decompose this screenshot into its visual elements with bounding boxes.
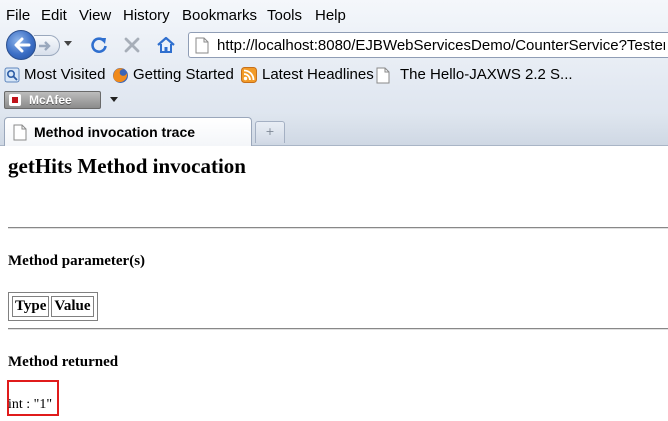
reload-icon[interactable] <box>89 35 109 55</box>
table-header-row: Type Value <box>12 296 94 317</box>
mcafee-button[interactable]: McAfee <box>4 91 101 109</box>
tab-strip: Method invocation trace + <box>0 113 668 146</box>
bookmark-label: Getting Started <box>133 66 234 83</box>
page-icon <box>195 37 209 54</box>
menu-history[interactable]: History <box>123 7 170 24</box>
menu-bar: File Edit View History Bookmarks Tools H… <box>0 5 668 25</box>
back-button[interactable] <box>6 30 36 60</box>
menu-bookmarks[interactable]: Bookmarks <box>182 7 257 24</box>
address-bar[interactable] <box>188 32 668 58</box>
bookmarks-toolbar: Most Visited Getting Started Latest Head… <box>0 63 668 87</box>
bookmark-label: The Hello-JAXWS 2.2 S... <box>400 66 573 83</box>
returned-heading: Method returned <box>8 354 119 370</box>
navigation-toolbar <box>0 28 668 62</box>
stop-icon[interactable] <box>122 35 142 55</box>
home-icon[interactable] <box>156 35 176 55</box>
most-visited-icon <box>4 67 20 83</box>
forward-button[interactable] <box>34 35 60 56</box>
page-icon <box>376 67 390 84</box>
url-input[interactable] <box>217 35 665 55</box>
firefox-icon <box>113 68 128 83</box>
column-header-type: Type <box>12 296 50 317</box>
new-tab-button[interactable]: + <box>255 121 285 143</box>
page-icon <box>13 124 27 141</box>
menu-view[interactable]: View <box>79 7 111 24</box>
bookmark-label: Latest Headlines <box>262 66 374 83</box>
tab-title: Method invocation trace <box>34 124 196 140</box>
return-value: int : "1" <box>8 397 53 412</box>
rss-feed-icon <box>241 67 257 83</box>
forward-arrow-icon <box>39 41 51 51</box>
parameters-heading: Method parameter(s) <box>8 253 146 269</box>
divider <box>8 328 668 330</box>
addon-toolbar: McAfee <box>0 88 668 112</box>
column-header-value: Value <box>51 296 94 317</box>
mcafee-logo-icon <box>9 94 21 106</box>
page-content: getHits Method invocation Method paramet… <box>0 146 668 421</box>
divider <box>8 227 668 229</box>
menu-tools[interactable]: Tools <box>267 7 302 24</box>
back-arrow-icon <box>14 37 31 53</box>
mcafee-label: McAfee <box>29 93 72 107</box>
page-title: getHits Method invocation <box>8 154 246 178</box>
plus-icon: + <box>265 125 275 138</box>
browser-chrome: File Edit View History Bookmarks Tools H… <box>0 0 668 146</box>
history-dropdown-icon[interactable] <box>64 41 72 47</box>
menu-file[interactable]: File <box>6 7 30 24</box>
bookmark-label: Most Visited <box>24 66 106 83</box>
chevron-down-icon[interactable] <box>110 97 118 103</box>
menu-edit[interactable]: Edit <box>41 7 67 24</box>
menu-help[interactable]: Help <box>315 7 346 24</box>
tab-method-invocation-trace[interactable]: Method invocation trace <box>4 117 252 146</box>
parameters-table: Type Value <box>8 292 98 321</box>
